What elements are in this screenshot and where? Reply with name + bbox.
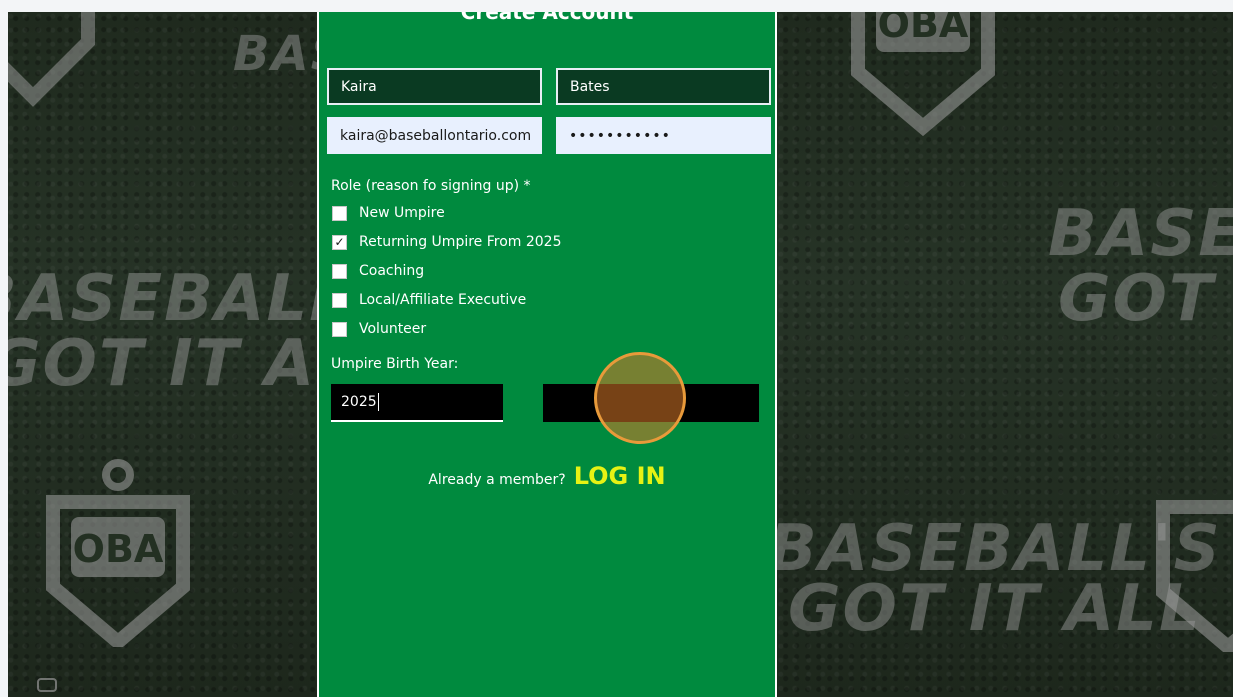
role-option-label: New Umpire [359, 205, 445, 221]
role-option-label: Returning Umpire From 2025 [359, 234, 562, 250]
text-caret [377, 393, 379, 411]
first-name-input[interactable]: Kaira [327, 68, 542, 105]
role-option-local-affiliate-executive[interactable]: Local/Affiliate Executive [332, 292, 526, 308]
member-prompt-text: Already a member? [428, 472, 566, 488]
role-option-label: Volunteer [359, 321, 427, 337]
checkbox[interactable] [332, 205, 347, 221]
last-name-input[interactable]: Bates [556, 68, 771, 105]
check-icon: ✓ [334, 235, 345, 249]
role-label: Role (reason fo signing up) * [331, 178, 531, 194]
oba-logo-text: OBA [73, 527, 164, 571]
role-option-label: Coaching [359, 263, 425, 279]
email-input[interactable]: kaira@baseballontario.com [327, 117, 542, 154]
slogan-watermark: BASEBALL'S [1048, 197, 1233, 271]
password-input[interactable]: ••••••••••• [556, 117, 771, 154]
login-prompt: Already a member? LOG IN [319, 462, 775, 490]
role-option-volunteer[interactable]: Volunteer [332, 321, 426, 337]
slogan-watermark: GOT IT ALL [788, 572, 1202, 646]
create-account-panel: Create Account Kaira Bates kaira@basebal… [317, 12, 777, 697]
role-option-label: Local/Affiliate Executive [359, 292, 527, 308]
oba-shield-logo: OBA [33, 457, 203, 652]
click-highlight-indicator [594, 352, 686, 444]
checkbox-checked[interactable]: ✓ [332, 234, 347, 250]
page-title: Create Account [460, 12, 634, 24]
birth-year-value: 2025 [341, 394, 377, 410]
checkbox[interactable] [332, 263, 347, 279]
birth-year-label: Umpire Birth Year: [331, 356, 459, 372]
camera-icon [37, 678, 57, 692]
role-option-coaching[interactable]: Coaching [332, 263, 424, 279]
birth-year-input[interactable]: 2025 [331, 384, 503, 422]
role-option-new-umpire[interactable]: New Umpire [332, 205, 445, 221]
role-option-returning-umpire[interactable]: ✓ Returning Umpire From 2025 [332, 234, 562, 250]
background-stage: BASEBALL'S BASEBALL'S GOT IT ALL OBA OBA… [8, 12, 1233, 697]
login-link[interactable]: LOG IN [574, 462, 666, 490]
checkbox[interactable] [332, 292, 347, 308]
slogan-watermark: GOT IT ALL [1058, 262, 1215, 336]
checkbox[interactable] [332, 321, 347, 337]
oba-logo-text: OBA [878, 12, 969, 46]
oba-shield-logo [1143, 462, 1233, 657]
oba-shield-logo: OBA [838, 12, 1008, 162]
oba-shield-logo [8, 12, 118, 112]
